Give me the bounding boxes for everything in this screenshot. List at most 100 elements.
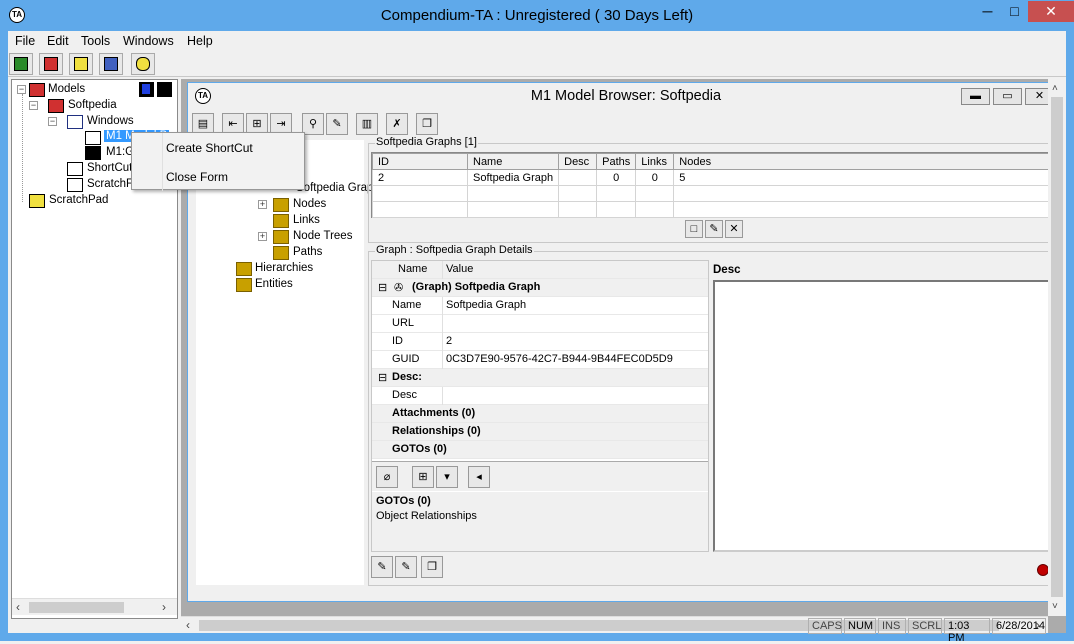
properties-tool-button[interactable] — [99, 53, 123, 75]
delete-record-button[interactable]: ✗ — [386, 113, 408, 135]
database-tool-button[interactable] — [131, 53, 155, 75]
graph-icon: ✇ — [394, 282, 404, 294]
table-row[interactable]: 2 Softpedia Graph 0 0 5 — [372, 169, 1058, 186]
close-button[interactable]: ✕ — [1028, 1, 1074, 22]
attachment-button[interactable]: ⌀ — [376, 466, 398, 488]
expand-node-trees-toggle[interactable]: + — [258, 232, 267, 241]
tree-item-paths[interactable]: Paths — [293, 246, 322, 258]
categorize-button[interactable]: ⊞ — [412, 466, 434, 488]
menu-edit[interactable]: Edit — [47, 34, 69, 48]
menu-help[interactable]: Help — [187, 34, 213, 48]
collapse-models-toggle[interactable]: − — [17, 85, 26, 94]
relationships-label: Relationships (0) — [392, 425, 481, 437]
col-name[interactable]: Name — [466, 153, 560, 170]
chart-tool-button[interactable] — [9, 53, 33, 75]
title-bar[interactable]: TA Compendium-TA : Unregistered ( 30 Day… — [0, 0, 1074, 31]
tree-item-models[interactable]: Models — [48, 83, 85, 95]
tree-horizontal-scrollbar[interactable]: ‹ › — [12, 598, 177, 615]
col-links[interactable]: Links — [635, 153, 675, 170]
folder-icon — [236, 262, 252, 276]
collapse-desc-section-icon[interactable]: ⊟ — [378, 371, 387, 384]
tree-item-node-trees[interactable]: Node Trees — [293, 230, 352, 242]
desc-panel-label: Desc — [713, 264, 741, 276]
property-toolbar: ⌀ ⊞ ▾ ◂ — [372, 461, 708, 491]
color-swatch-blue[interactable] — [139, 82, 154, 97]
menu-item-close-form[interactable]: Close Form — [166, 170, 228, 184]
add-node-button[interactable]: ✎ — [371, 556, 393, 578]
models-icon — [29, 83, 45, 97]
model-tool-button[interactable] — [39, 53, 63, 75]
mdi-vscroll-thumb[interactable] — [1051, 97, 1063, 597]
relationships-row[interactable]: Relationships (0) — [372, 423, 708, 441]
child-title-bar[interactable]: TA M1 Model Browser: Softpedia ▬ ▭ ✕ — [188, 83, 1064, 110]
new-graph-button[interactable]: □ — [685, 220, 703, 238]
find-button[interactable]: ⚲ — [302, 113, 324, 135]
tree-item-nodes[interactable]: Nodes — [293, 198, 326, 210]
date-display: 6/28/2014 — [992, 618, 1046, 634]
scroll-right-arrow-icon[interactable]: › — [162, 600, 166, 614]
delete-graph-button[interactable]: ✕ — [725, 220, 743, 238]
property-grid[interactable]: Name Value ⊟ ✇ (Graph) Softpedia Graph N… — [371, 260, 709, 552]
tree-item-windows[interactable]: Windows — [87, 115, 134, 127]
attachments-row[interactable]: Attachments (0) — [372, 405, 708, 423]
collapse-softpedia-toggle[interactable]: − — [29, 101, 38, 110]
tree-item-entities[interactable]: Entities — [255, 278, 293, 290]
child-restore-button[interactable]: ▭ — [993, 88, 1022, 105]
graph-tree[interactable]: Softpedia Graph + Nodes Links + Node Tre… — [196, 140, 380, 585]
child-minimize-button[interactable]: ▬ — [961, 88, 990, 105]
dropdown-button[interactable]: ▾ — [436, 466, 458, 488]
graphs-group: Softpedia Graphs [1] ID Name Desc Paths … — [368, 136, 1058, 243]
col-id[interactable]: ID — [372, 153, 468, 170]
minimize-button[interactable]: ─ — [974, 1, 1001, 22]
gotos-row[interactable]: GOTOs (0) — [372, 441, 708, 459]
copy-button[interactable]: ❐ — [416, 113, 438, 135]
tree-item-links[interactable]: Links — [293, 214, 320, 226]
collapse-graph-section-icon[interactable]: ⊟ — [378, 281, 387, 294]
property-row[interactable]: URL — [372, 315, 708, 333]
graph-section-title: (Graph) Softpedia Graph — [412, 281, 541, 293]
property-row[interactable]: GUID 0C3D7E90-9576-42C7-B944-9B44FEC0D5D… — [372, 351, 708, 369]
property-row[interactable]: Desc — [372, 387, 708, 405]
scroll-thumb[interactable] — [29, 602, 124, 613]
menu-file[interactable]: File — [15, 34, 35, 48]
collapse-windows-toggle[interactable]: − — [48, 117, 57, 126]
property-value[interactable]: Softpedia Graph — [446, 299, 526, 311]
col-nodes[interactable]: Nodes — [673, 153, 1058, 170]
mdi-scroll-up-icon[interactable]: ˄ — [1052, 83, 1058, 94]
property-value[interactable]: 2 — [446, 335, 452, 347]
desc-textarea[interactable] — [713, 280, 1055, 552]
menu-item-create-shortcut[interactable]: Create ShortCut — [166, 141, 253, 155]
property-row[interactable]: ID 2 — [372, 333, 708, 351]
scroll-left-arrow-icon[interactable]: ‹ — [16, 600, 20, 614]
property-row[interactable]: Name Softpedia Graph — [372, 297, 708, 315]
database-button[interactable]: ▥ — [356, 113, 378, 135]
mdi-vertical-scrollbar[interactable]: ˄ ˅ — [1048, 79, 1066, 616]
edit-node-button[interactable]: ✎ — [395, 556, 417, 578]
property-key: Desc — [392, 389, 418, 401]
tree-item-hierarchies[interactable]: Hierarchies — [255, 262, 313, 274]
mdi-scroll-down-icon[interactable]: ˅ — [1052, 601, 1058, 612]
ins-indicator: INS — [878, 618, 906, 634]
goto-button[interactable]: ◂ — [468, 466, 490, 488]
edit-button[interactable]: ✎ — [326, 113, 348, 135]
edit-graph-button[interactable]: ✎ — [705, 220, 723, 238]
form-icon — [85, 131, 101, 145]
maximize-button[interactable]: □ — [1001, 1, 1028, 22]
menu-windows[interactable]: Windows — [123, 34, 174, 48]
folder-icon — [273, 230, 289, 244]
property-value[interactable]: 0C3D7E90-9576-42C7-B944-9B44FEC0D5D9 — [446, 353, 673, 365]
expand-nodes-toggle[interactable]: + — [258, 200, 267, 209]
tree-item-scratchpad[interactable]: ScratchPad — [49, 194, 108, 206]
desc-section-header[interactable]: ⊟ Desc: — [372, 369, 708, 387]
col-desc[interactable]: Desc — [558, 153, 598, 170]
col-paths[interactable]: Paths — [596, 153, 637, 170]
graph-section-header[interactable]: ⊟ ✇ (Graph) Softpedia Graph — [372, 279, 708, 297]
menu-tools[interactable]: Tools — [81, 34, 110, 48]
copy-node-button[interactable]: ❐ — [421, 556, 443, 578]
mdi-workspace: TA M1 Model Browser: Softpedia ▬ ▭ ✕ ▤ ⇤… — [181, 79, 1066, 633]
graphs-grid[interactable]: ID Name Desc Paths Links Nodes 2 Softped… — [371, 152, 1058, 218]
mdi-scroll-left-icon[interactable]: ‹ — [186, 618, 190, 632]
list-tool-button[interactable] — [69, 53, 93, 75]
tree-item-softpedia[interactable]: Softpedia — [68, 99, 117, 111]
color-swatch-black[interactable] — [157, 82, 172, 97]
